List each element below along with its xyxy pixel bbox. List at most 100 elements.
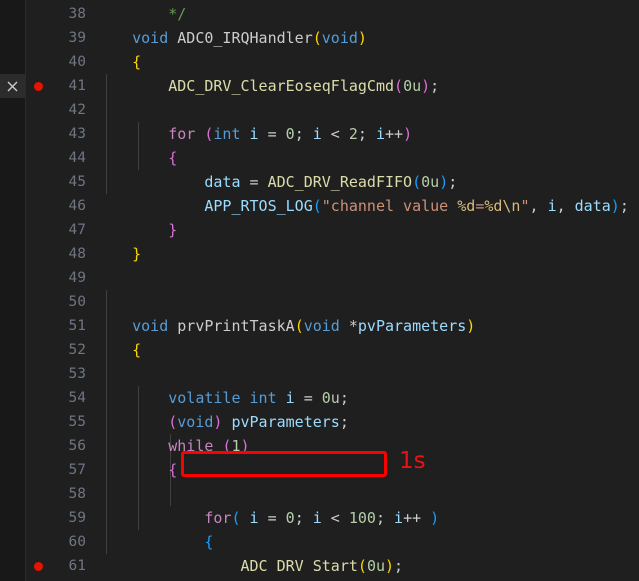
- editor-pane[interactable]: 38 */39 void ADC0_IRQHandler(void) 40 {41…: [26, 0, 639, 581]
- code-line[interactable]: 48 }: [26, 242, 639, 266]
- code-token: ): [439, 173, 449, 191]
- code-token: ): [466, 317, 476, 335]
- code-token: {: [132, 341, 142, 359]
- code-line[interactable]: 42: [26, 98, 639, 122]
- code-token: {: [204, 533, 214, 551]
- code-line[interactable]: 41 ADC_DRV_ClearEoseqFlagCmd(0u);: [26, 74, 639, 98]
- line-number: 53: [68, 366, 86, 382]
- code-token: i: [394, 509, 404, 527]
- code-line[interactable]: 44 {: [26, 146, 639, 170]
- code-text: (void) pvParameters;: [96, 410, 349, 434]
- code-line[interactable]: 56 while (1): [26, 434, 639, 458]
- code-token: ": [520, 197, 530, 215]
- code-text: {: [96, 530, 213, 554]
- code-line[interactable]: 61 ADC DRV Start(0u);: [26, 554, 639, 578]
- code-token: 0: [285, 509, 295, 527]
- code-token: void: [177, 413, 214, 431]
- code-text: APP_RTOS_LOG("channel value %d=%d\n", i,…: [96, 194, 629, 218]
- code-line[interactable]: 51 void prvPrintTaskA(void *pvParameters…: [26, 314, 639, 338]
- code-token: ADC0_IRQHandler: [177, 29, 313, 47]
- code-line[interactable]: 53: [26, 362, 639, 386]
- code-token: 0u: [403, 77, 422, 95]
- code-token: ;: [375, 509, 395, 527]
- code-line[interactable]: 59 for( i = 0; i < 100; i++ ): [26, 506, 639, 530]
- code-token: *: [339, 317, 358, 335]
- code-token: ,: [529, 197, 548, 215]
- code-token: (: [312, 29, 322, 47]
- code-token: i: [547, 197, 557, 215]
- code-token: %d: [457, 197, 476, 215]
- code-line[interactable]: 52 {: [26, 338, 639, 362]
- code-line[interactable]: 43 for (int i = 0; i < 2; i++): [26, 122, 639, 146]
- line-number: 50: [68, 294, 86, 310]
- line-number: 39: [68, 30, 86, 46]
- code-line[interactable]: 60 {: [26, 530, 639, 554]
- code-lines[interactable]: 38 */39 void ADC0_IRQHandler(void) 40 {41…: [26, 2, 639, 581]
- code-line[interactable]: 38 */: [26, 2, 639, 26]
- code-text: {: [96, 338, 141, 362]
- code-line[interactable]: 49: [26, 266, 639, 290]
- code-token: void: [132, 317, 169, 335]
- code-line[interactable]: 46 APP_RTOS_LOG("channel value %d=%d\n",…: [26, 194, 639, 218]
- code-text: void ADC0_IRQHandler(void): [96, 26, 367, 50]
- code-token: "channel value: [321, 197, 458, 215]
- code-token: for: [168, 125, 196, 143]
- code-line[interactable]: 54 volatile int i = 0u;: [26, 386, 639, 410]
- code-token: }: [168, 221, 178, 239]
- code-line[interactable]: 57 {: [26, 458, 639, 482]
- code-line[interactable]: 50: [26, 290, 639, 314]
- code-token: (: [412, 173, 422, 191]
- code-token: ;: [294, 125, 313, 143]
- code-token: 0: [285, 125, 295, 143]
- code-token: 2: [348, 125, 358, 143]
- line-number: 40: [68, 54, 86, 70]
- code-token: int: [249, 389, 277, 407]
- close-icon-glyph: [7, 81, 18, 91]
- line-number: 57: [68, 462, 86, 478]
- code-text: for (int i = 0; i < 2; i++): [96, 122, 412, 146]
- code-text: */: [96, 2, 186, 26]
- code-text: ADC_DRV_ClearEoseqFlagCmd(0u);: [96, 74, 439, 98]
- code-token: =: [240, 173, 268, 191]
- activity-bar: [0, 0, 26, 581]
- code-token: ;: [294, 509, 313, 527]
- code-token: (: [394, 77, 404, 95]
- code-token: 1: [231, 437, 241, 455]
- code-line[interactable]: 40 {: [26, 50, 639, 74]
- line-number: 47: [68, 222, 86, 238]
- code-token: data: [574, 197, 611, 215]
- code-line[interactable]: 39 void ADC0_IRQHandler(void): [26, 26, 639, 50]
- code-token: ADC_DRV_ClearEoseqFlagCmd: [168, 77, 395, 95]
- code-token: APP_RTOS_LOG: [204, 197, 313, 215]
- close-icon[interactable]: [0, 74, 25, 98]
- code-line[interactable]: 47 }: [26, 218, 639, 242]
- code-token: ): [385, 557, 395, 575]
- code-token: (: [312, 197, 322, 215]
- code-token: (: [294, 317, 304, 335]
- code-line[interactable]: 58: [26, 482, 639, 506]
- code-token: <: [321, 509, 349, 527]
- code-token: i: [249, 125, 259, 143]
- code-token: ;: [394, 557, 404, 575]
- line-number: 43: [68, 126, 86, 142]
- code-line[interactable]: 45 data = ADC_DRV_ReadFIFO(0u);: [26, 170, 639, 194]
- code-token: pvParameters: [357, 317, 467, 335]
- code-token: ): [421, 77, 431, 95]
- code-text: {: [96, 458, 177, 482]
- code-token: i: [312, 125, 322, 143]
- line-number: 45: [68, 174, 86, 190]
- line-number: 51: [68, 318, 86, 334]
- code-line[interactable]: 55 (void) pvParameters;: [26, 410, 639, 434]
- code-token: (: [357, 557, 367, 575]
- code-token: ;: [619, 197, 629, 215]
- line-number: 55: [68, 414, 86, 430]
